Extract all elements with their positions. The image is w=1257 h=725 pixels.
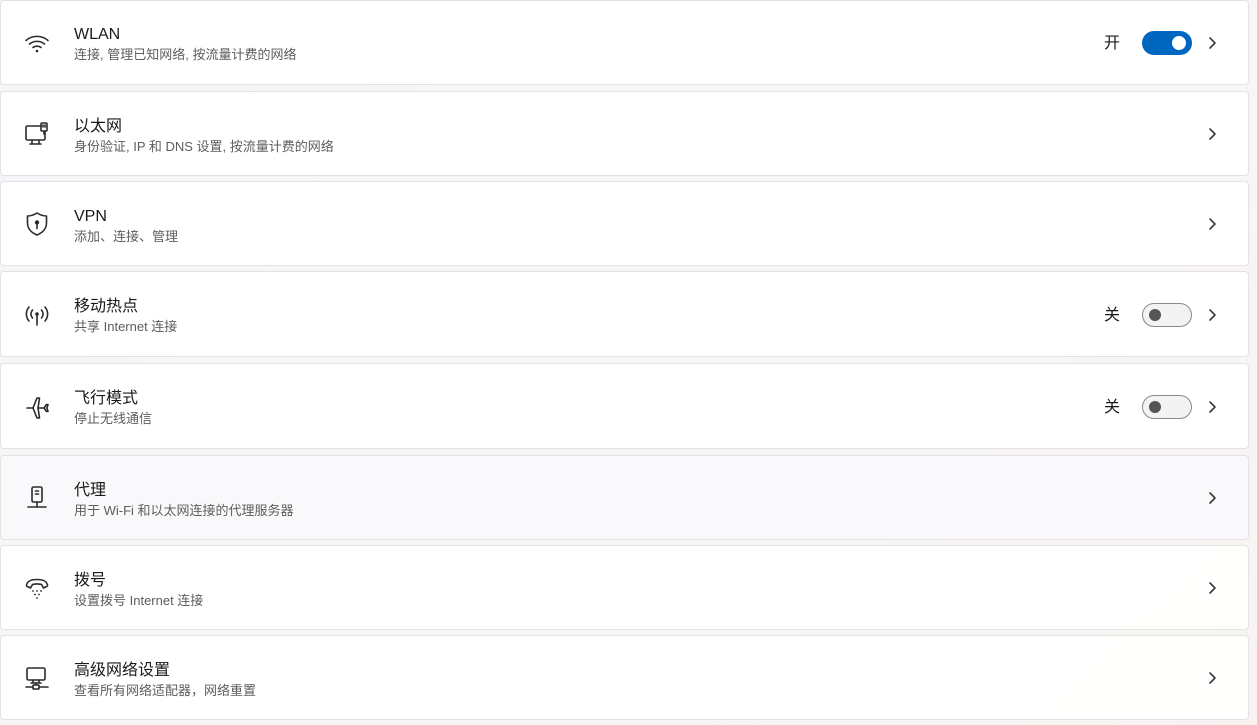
setting-subtitle: 添加、连接、管理 — [74, 229, 179, 244]
chevron-right-icon — [1204, 670, 1220, 686]
setting-subtitle: 用于 Wi-Fi 和以太网连接的代理服务器 — [74, 503, 294, 518]
ethernet-setting-card[interactable]: 以太网 身份验证, IP 和 DNS 设置, 按流量计费的网络 — [0, 91, 1249, 176]
vpn-setting-card[interactable]: VPN 添加、连接、管理 — [0, 181, 1249, 266]
setting-title: 代理 — [74, 482, 107, 499]
proxy-setting-card[interactable]: 代理 用于 Wi-Fi 和以太网连接的代理服务器 — [0, 455, 1249, 540]
chevron-right-icon — [1204, 126, 1220, 142]
wlan-toggle[interactable] — [1142, 31, 1192, 55]
advanced-network-icon — [21, 662, 53, 694]
toggle-knob — [1172, 36, 1186, 50]
toggle-state-label: 关 — [1103, 399, 1120, 416]
toggle-state-label: 关 — [1103, 307, 1120, 324]
setting-subtitle: 共享 Internet 连接 — [74, 319, 178, 334]
ethernet-icon — [21, 118, 53, 150]
setting-title: WLAN — [74, 26, 121, 43]
chevron-right-icon — [1204, 35, 1220, 51]
airplane-icon — [21, 392, 53, 424]
chevron-right-icon — [1204, 216, 1220, 232]
setting-subtitle: 身份验证, IP 和 DNS 设置, 按流量计费的网络 — [74, 139, 334, 154]
setting-subtitle: 停止无线通信 — [74, 411, 153, 426]
airplane-mode-setting-card[interactable]: 飞行模式 停止无线通信 关 — [0, 363, 1249, 449]
proxy-icon — [21, 482, 53, 514]
setting-title: 移动热点 — [74, 298, 139, 315]
toggle-knob — [1149, 309, 1161, 321]
chevron-right-icon — [1204, 307, 1220, 323]
setting-title: 拨号 — [74, 572, 107, 589]
wifi-icon — [21, 27, 53, 59]
dialup-phone-icon — [21, 572, 53, 604]
dialup-setting-card[interactable]: 拨号 设置拨号 Internet 连接 — [0, 545, 1249, 630]
setting-subtitle: 设置拨号 Internet 连接 — [74, 593, 204, 608]
setting-subtitle: 查看所有网络适配器，网络重置 — [74, 683, 257, 698]
setting-title: 飞行模式 — [74, 390, 139, 407]
toggle-state-label: 开 — [1103, 35, 1120, 52]
setting-title: VPN — [74, 208, 107, 225]
setting-title: 以太网 — [74, 118, 123, 135]
chevron-right-icon — [1204, 399, 1220, 415]
advanced-network-settings-card[interactable]: 高级网络设置 查看所有网络适配器，网络重置 — [0, 635, 1249, 720]
mobile-hotspot-toggle[interactable] — [1142, 303, 1192, 327]
toggle-knob — [1149, 401, 1161, 413]
hotspot-icon — [21, 300, 53, 332]
vpn-shield-icon — [21, 208, 53, 240]
wlan-setting-card[interactable]: WLAN 连接, 管理已知网络, 按流量计费的网络 开 — [0, 0, 1249, 85]
setting-title: 高级网络设置 — [74, 662, 171, 679]
setting-subtitle: 连接, 管理已知网络, 按流量计费的网络 — [74, 47, 297, 62]
chevron-right-icon — [1204, 490, 1220, 506]
mobile-hotspot-setting-card[interactable]: 移动热点 共享 Internet 连接 关 — [0, 271, 1249, 357]
airplane-mode-toggle[interactable] — [1142, 395, 1192, 419]
chevron-right-icon — [1204, 580, 1220, 596]
